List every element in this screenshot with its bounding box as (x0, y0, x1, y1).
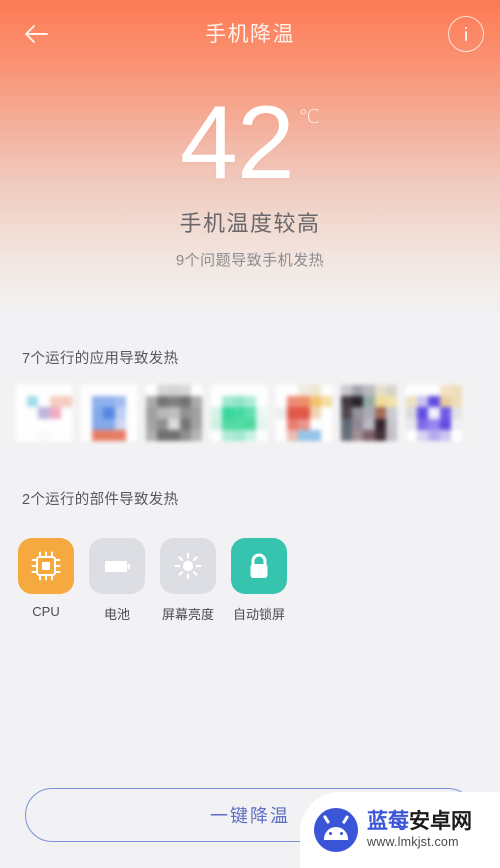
app-icon-4[interactable] (211, 385, 267, 441)
watermark-url: www.lmkjst.com (367, 835, 459, 849)
parts-section-title: 2个运行的部件导致发热 (22, 492, 179, 508)
temperature-block: 42 ℃ 手机温度较高 9个问题导致手机发热 (0, 85, 500, 270)
watermark-name-blue: 蓝莓 (367, 810, 409, 833)
temperature-status: 手机温度较高 (179, 211, 321, 236)
temperature-value: 42 (179, 85, 295, 201)
part-item-label: 屏幕亮度 (161, 607, 214, 622)
app-icon-3[interactable] (146, 385, 202, 441)
app-icon-7[interactable] (406, 385, 462, 441)
part-item-label: CPU (32, 604, 60, 619)
temperature-row: 42 ℃ (179, 85, 321, 201)
info-button[interactable] (448, 16, 484, 52)
cpu-chip-icon (18, 538, 74, 594)
info-circle-icon (464, 26, 468, 42)
parts-icon-row: CPU 电池 屏幕亮度 自动锁屏 (0, 538, 500, 623)
app-icon-6[interactable] (341, 385, 397, 441)
android-robot-icon (314, 808, 358, 852)
watermark-name: 蓝莓安卓网 (367, 811, 472, 833)
watermark-text: 蓝莓安卓网 www.lmkjst.com (367, 811, 472, 850)
battery-icon (89, 538, 145, 594)
watermark-name-dark: 安卓网 (409, 810, 472, 833)
part-item-battery[interactable]: 电池 (89, 538, 145, 623)
part-item-brightness[interactable]: 屏幕亮度 (160, 538, 216, 623)
site-watermark: 蓝莓安卓网 www.lmkjst.com (300, 792, 500, 868)
part-item-label: 自动锁屏 (232, 607, 285, 622)
temperature-subtitle: 9个问题导致手机发热 (175, 252, 325, 269)
app-header: 手机降温 (0, 0, 500, 66)
part-item-label: 电池 (103, 607, 130, 622)
app-icon-5[interactable] (276, 385, 332, 441)
temperature-unit: ℃ (298, 107, 321, 128)
cool-down-button-label: 一键降温 (210, 806, 290, 826)
app-icon-2[interactable] (81, 385, 137, 441)
app-icon-1[interactable] (16, 385, 72, 441)
part-item-cpu-chip[interactable]: CPU (18, 538, 74, 623)
apps-icon-row (0, 385, 500, 441)
brightness-icon (160, 538, 216, 594)
phone-cooling-screen: 手机降温 42 ℃ 手机温度较高 9个问题导致手机发热 7个运行的应用导致发热 … (0, 0, 500, 868)
apps-section-title: 7个运行的应用导致发热 (22, 351, 179, 367)
lock-icon (231, 538, 287, 594)
part-item-lock[interactable]: 自动锁屏 (231, 538, 287, 623)
page-title: 手机降温 (205, 23, 295, 46)
